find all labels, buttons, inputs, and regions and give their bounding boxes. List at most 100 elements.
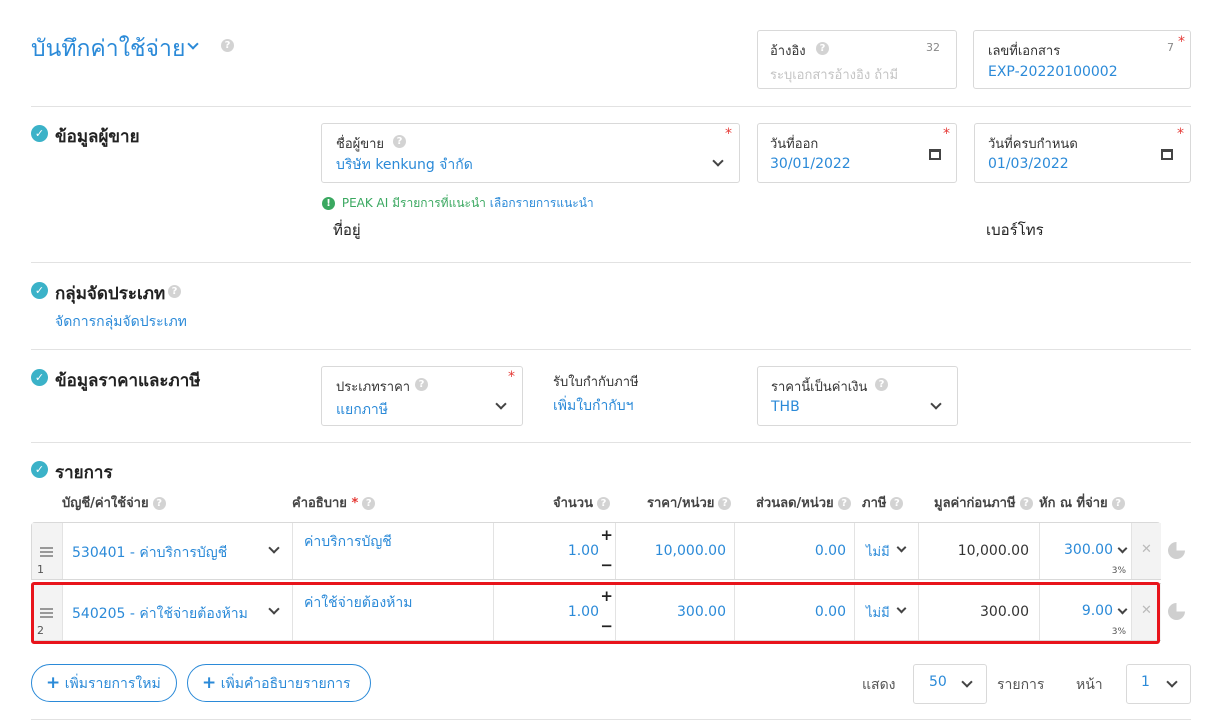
close-icon: ✕ [1141, 542, 1152, 557]
due-date-field[interactable]: วันที่ครบกำหนด * 01/03/2022 [974, 123, 1191, 183]
withholding-value: 9.00 [1081, 603, 1113, 619]
page-size-select[interactable]: 50 [913, 664, 987, 704]
drag-handle[interactable]: 1 [32, 523, 62, 579]
withholding-select[interactable]: 9.00 3% [1039, 584, 1131, 640]
reference-help-icon[interactable]: ? [816, 42, 829, 55]
decrement-icon[interactable]: − [600, 556, 613, 574]
page-label: หน้า [1076, 677, 1103, 693]
add-description-button[interactable]: + เพิ่มคำอธิบายรายการ [187, 664, 371, 702]
withholding-rate: 3% [1111, 566, 1126, 576]
reference-input[interactable]: ระบุเอกสารอ้างอิง ถ้ามี [770, 64, 898, 85]
calendar-icon[interactable] [929, 149, 941, 160]
column-header-withholding: หัก ณ ที่จ่าย? [1039, 492, 1125, 513]
required-asterisk: * [1177, 126, 1184, 142]
quantity-stepper[interactable]: 1.00 + − [493, 584, 615, 640]
help-icon[interactable]: ? [1111, 497, 1125, 510]
currency-value: THB [771, 399, 800, 415]
column-header-quantity: จำนวน? [553, 492, 610, 513]
title-help-icon[interactable]: ? [221, 39, 234, 52]
divider [31, 106, 1191, 107]
manage-category-link[interactable]: จัดการกลุ่มจัดประเภท [55, 311, 187, 333]
table-row: 2 540205 - ค่าใช้จ่ายต้องห้าม ค่าใช้จ่าย… [31, 583, 1161, 641]
unit-price-input[interactable]: 10,000.00 [615, 523, 734, 579]
description-input[interactable]: ค่าใช้จ่ายต้องห้าม [292, 584, 493, 640]
help-icon[interactable]: ? [837, 497, 851, 510]
column-header-tax: ภาษี? [862, 492, 904, 513]
discount-input[interactable]: 0.00 [734, 523, 854, 579]
price-type-label: ประเภทราคา [336, 380, 411, 395]
account-select[interactable]: 530401 - ค่าบริการบัญชี [62, 523, 292, 579]
withholding-rate: 3% [1111, 627, 1126, 637]
help-icon[interactable]: ? [362, 497, 376, 510]
page-title[interactable]: บันทึกค่าใช้จ่าย [31, 31, 185, 67]
doc-number-field[interactable]: เลขที่เอกสาร 7 * EXP-20220100002 [973, 30, 1191, 89]
chevron-down-icon [268, 542, 280, 554]
increment-icon[interactable]: + [600, 526, 613, 544]
vendor-value: บริษัท kenkung จำกัด [336, 157, 473, 173]
due-date-value: 01/03/2022 [988, 156, 1069, 172]
help-icon[interactable]: ? [597, 497, 610, 510]
unit-price-input[interactable]: 300.00 [615, 584, 734, 640]
add-description-label: เพิ่มคำอธิบายรายการ [220, 676, 351, 692]
pie-chart-icon[interactable] [1168, 603, 1185, 620]
discount-input[interactable]: 0.00 [734, 584, 854, 640]
account-value: 530401 - ค่าบริการบัญชี [72, 545, 228, 561]
currency-help-icon[interactable]: ? [875, 378, 888, 391]
category-help-icon[interactable]: ? [168, 285, 181, 298]
pre-tax-value-cell: 300.00 [918, 584, 1039, 640]
withholding-select[interactable]: 300.00 3% [1039, 523, 1131, 579]
price-type-help-icon[interactable]: ? [415, 378, 428, 391]
drag-handle[interactable]: 2 [32, 584, 62, 640]
show-label: แสดง [862, 677, 896, 693]
quantity-stepper[interactable]: 1.00 + − [493, 523, 615, 579]
help-icon[interactable]: ? [718, 497, 732, 510]
drag-handle-icon [40, 547, 53, 549]
issue-date-label: วันที่ออก [770, 137, 819, 152]
column-header-description-text: คำอธิบาย [292, 496, 347, 511]
description-value: ค่าใช้จ่ายต้องห้าม [304, 595, 413, 611]
help-icon[interactable]: ? [1019, 497, 1033, 510]
decrement-icon[interactable]: − [600, 617, 613, 635]
increment-icon[interactable]: + [600, 587, 613, 605]
category-section-title: กลุ่มจัดประเภท [55, 284, 166, 304]
vendor-help-icon[interactable]: ? [393, 135, 406, 148]
vendor-select[interactable]: ชื่อผู้ขาย ? * บริษัท kenkung จำกัด [321, 123, 740, 183]
remove-row-button[interactable]: ✕ [1131, 523, 1161, 579]
account-select[interactable]: 540205 - ค่าใช้จ่ายต้องห้าม [62, 584, 292, 640]
tax-select[interactable]: ไม่มี [854, 584, 918, 640]
pre-tax-value-cell: 10,000.00 [918, 523, 1039, 579]
unit-price-value: 10,000.00 [654, 543, 726, 559]
title-chevron-down-icon[interactable] [187, 38, 199, 50]
ai-suggestion-link[interactable]: เลือกรายการแนะนำ [490, 196, 594, 210]
page-value: 1 [1141, 674, 1150, 690]
help-icon[interactable]: ? [890, 497, 904, 510]
doc-number-counter: 7 [1167, 41, 1174, 54]
info-icon: ! [322, 197, 335, 210]
add-item-button[interactable]: + เพิ่มรายการใหม่ [31, 664, 177, 702]
add-tax-invoice-link[interactable]: เพิ่มใบกำกับฯ [553, 395, 634, 417]
price-type-value: แยกภาษี [336, 402, 389, 418]
pre-tax-value: 300.00 [980, 604, 1029, 620]
reference-label: อ้างอิง [770, 44, 806, 59]
reference-field[interactable]: อ้างอิง ? 32 ระบุเอกสารอ้างอิง ถ้ามี [757, 30, 957, 89]
items-section-title: รายการ [55, 463, 113, 483]
pie-chart-icon[interactable] [1168, 542, 1185, 559]
calendar-icon[interactable] [1161, 149, 1173, 160]
help-icon[interactable]: ? [152, 497, 166, 510]
doc-number-input[interactable]: EXP-20220100002 [988, 64, 1118, 80]
description-input[interactable]: ค่าบริการบัญชี [292, 523, 493, 579]
remove-row-button[interactable]: ✕ [1131, 584, 1161, 640]
close-icon: ✕ [1141, 603, 1152, 618]
ai-hint: ! PEAK AI มีรายการที่แนะนำ เลือกรายการแน… [322, 194, 594, 213]
column-header-discount-text: ส่วนลด/หน่วย [756, 496, 834, 511]
page-select[interactable]: 1 [1126, 664, 1191, 704]
column-header-description: คำอธิบาย *? [292, 492, 376, 513]
price-type-select[interactable]: ประเภทราคา ? * แยกภาษี [321, 366, 523, 426]
quantity-value: 1.00 [567, 543, 599, 559]
check-circle-icon: ✓ [31, 461, 48, 478]
tax-select[interactable]: ไม่มี [854, 523, 918, 579]
issue-date-field[interactable]: วันที่ออก * 30/01/2022 [757, 123, 957, 183]
unit-price-value: 300.00 [677, 604, 726, 620]
currency-select[interactable]: ราคานี้เป็นค่าเงิน ? THB [757, 366, 958, 426]
discount-value: 0.00 [814, 543, 846, 559]
